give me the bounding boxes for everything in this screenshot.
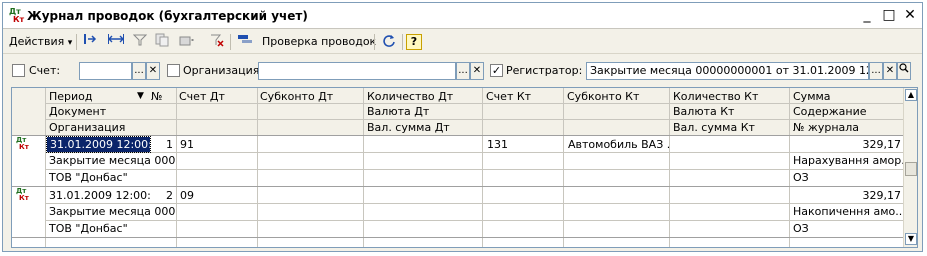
copy-icon[interactable] [153, 33, 171, 51]
separator [374, 34, 375, 50]
row-sum-cell[interactable]: 329,17 [790, 188, 904, 203]
registrar-label: Регистратор: [506, 64, 583, 77]
row-account-kt-cell[interactable]: 131 [484, 137, 563, 152]
entry-icon: Дт Кт [16, 187, 29, 202]
header-content[interactable]: Содержание [790, 104, 904, 119]
row-period-cell[interactable]: 31.01.2009 12:00:00 [46, 188, 150, 203]
row-account-dt-cell[interactable]: 09 [177, 188, 257, 203]
account-clear-button[interactable]: ✕ [146, 62, 160, 80]
header-sum[interactable]: Сумма [790, 89, 904, 104]
registrar-checkbox[interactable]: ✓ [490, 64, 503, 77]
filter-icon[interactable] [131, 33, 149, 51]
entry-icon: Дт Кт [16, 136, 29, 151]
header-cur-sum-kt[interactable]: Вал. сумма Кт [670, 120, 788, 135]
filter-bar: Счет: ... ✕ Организация: ... ✕ ✓ Регистр… [3, 59, 922, 83]
header-account-dt[interactable]: Счет Дт [176, 89, 256, 104]
row-organization-cell[interactable]: ТОВ "Донбас" [46, 170, 176, 185]
row-document-cell[interactable]: Закрытие месяца 0000... [46, 153, 176, 168]
header-subconto-kt[interactable]: Субконто Кт [564, 89, 669, 104]
grid-line [12, 135, 905, 136]
goto-icon[interactable] [81, 33, 99, 51]
grid-line [563, 88, 564, 247]
organization-clear-button[interactable]: ✕ [470, 62, 484, 80]
scroll-down-icon[interactable]: ▼ [905, 233, 917, 245]
sort-down-icon: ▼ [137, 91, 144, 101]
title-bar: Дт Кт Журнал проводок (бухгалтерский уче… [3, 3, 922, 29]
row-number-cell[interactable]: 1 [150, 137, 176, 152]
row-document-cell[interactable]: Закрытие месяца 0000... [46, 204, 176, 219]
account-select-button[interactable]: ... [132, 62, 146, 80]
registrar-select-button[interactable]: ... [869, 62, 883, 80]
row-organization-cell[interactable]: ТОВ "Донбас" [46, 221, 176, 236]
header-quantity-kt[interactable]: Количество Кт [670, 89, 788, 104]
chevron-down-icon: ▾ [67, 38, 73, 48]
organization-label: Организация: [183, 64, 264, 77]
maximize-button[interactable]: □ [881, 7, 897, 23]
row-account-kt-cell[interactable] [484, 188, 563, 203]
grid-line [257, 88, 258, 247]
row-journal-cell[interactable]: ОЗ [790, 221, 904, 236]
row-number-cell[interactable]: 2 [150, 188, 176, 203]
header-period[interactable]: Период [46, 89, 134, 104]
row-period-cell[interactable]: 31.01.2009 12:00:00 [46, 136, 151, 153]
toolbar: Действия ▾ Проверка проводок ? [3, 30, 922, 54]
structure-icon[interactable] [236, 33, 254, 51]
account-label: Счет: [29, 64, 61, 77]
row-journal-cell[interactable]: ОЗ [790, 170, 904, 185]
registrar-clear-button[interactable]: ✕ [883, 62, 897, 80]
row-sum-cell[interactable]: 329,17 [790, 137, 904, 152]
scroll-up-icon[interactable]: ▲ [905, 89, 917, 101]
grid-line [669, 88, 670, 247]
registrar-field[interactable]: Закрытие месяца 00000000001 от 31.01.200… [586, 62, 869, 80]
help-icon[interactable]: ? [406, 34, 422, 50]
header-quantity-dt[interactable]: Количество Дт [364, 89, 482, 104]
organization-field[interactable] [258, 62, 456, 80]
row-subconto-kt-cell[interactable]: Автомобиль ВАЗ ... [565, 137, 669, 152]
account-field[interactable] [79, 62, 132, 80]
grid-line [176, 88, 177, 247]
actions-menu[interactable]: Действия ▾ [9, 33, 72, 51]
vertical-scrollbar[interactable]: ▲ ▼ [903, 88, 917, 247]
row-content-cell[interactable]: Нарахування амор... [790, 153, 904, 168]
header-number[interactable]: № [148, 89, 178, 104]
scroll-thumb[interactable] [905, 162, 917, 176]
header-document[interactable]: Документ [46, 104, 176, 119]
window-title: Журнал проводок (бухгалтерский учет) [27, 9, 308, 23]
expand-icon[interactable] [107, 33, 125, 51]
row-content-cell[interactable]: Накопичення амо... [790, 204, 904, 219]
header-currency-dt[interactable]: Валюта Дт [364, 104, 482, 119]
organization-checkbox[interactable] [167, 64, 180, 77]
header-currency-kt[interactable]: Валюта Кт [670, 104, 788, 119]
grid-line [12, 237, 905, 238]
row-account-dt-cell[interactable]: 91 [177, 137, 257, 152]
row-subconto-kt-cell[interactable] [565, 188, 669, 203]
refresh-icon[interactable] [380, 33, 398, 51]
header-subconto-dt[interactable]: Субконто Дт [257, 89, 362, 104]
journal-window: Дт Кт Журнал проводок (бухгалтерский уче… [2, 2, 923, 252]
registrar-search-button[interactable] [897, 62, 911, 80]
check-entries-button[interactable]: Проверка проводок [262, 33, 376, 51]
header-cur-sum-dt[interactable]: Вал. сумма Дт [364, 120, 482, 135]
header-organization[interactable]: Организация [46, 120, 176, 135]
separator [402, 34, 403, 50]
close-button[interactable]: ✕ [902, 7, 918, 23]
grid-line [45, 119, 905, 120]
grid-line [482, 88, 483, 247]
grid-line [45, 103, 905, 104]
separator [230, 34, 231, 50]
grid-line [12, 186, 905, 187]
account-checkbox[interactable] [12, 64, 25, 77]
header-account-kt[interactable]: Счет Кт [483, 89, 563, 104]
entries-table[interactable]: Период ▼ № Документ Организация Счет Дт … [11, 87, 918, 248]
separator [76, 34, 77, 50]
grid-line [363, 88, 364, 247]
print-icon[interactable] [178, 33, 196, 51]
organization-select-button[interactable]: ... [456, 62, 470, 80]
clear-filter-icon[interactable] [208, 33, 226, 51]
minimize-button[interactable]: _ [859, 7, 875, 23]
header-journal[interactable]: № журнала [790, 120, 904, 135]
dt-kt-icon: Дт Кт [9, 7, 25, 24]
